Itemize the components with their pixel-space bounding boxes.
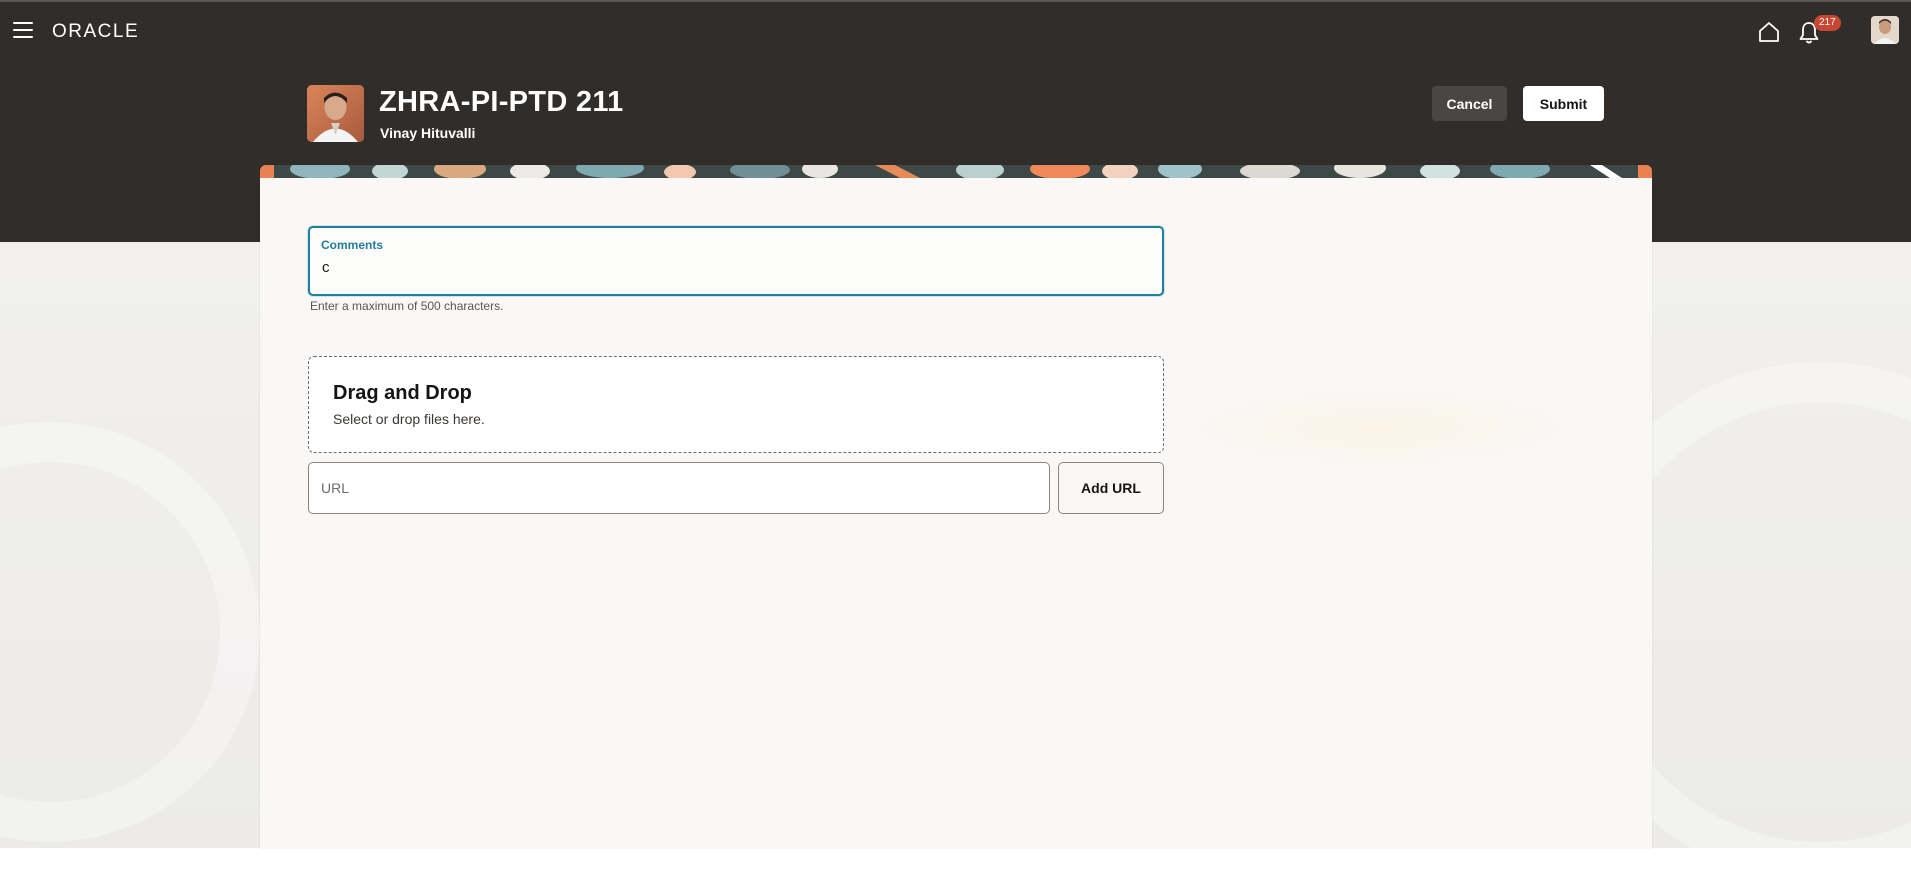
page-title: ZHRA-PI-PTD 211 (379, 86, 624, 118)
bottom-strip (0, 848, 1911, 874)
hamburger-menu-icon[interactable] (13, 22, 35, 40)
decorative-banner (260, 165, 1652, 178)
comments-field[interactable]: Comments (308, 226, 1164, 296)
cancel-button[interactable]: Cancel (1432, 86, 1507, 121)
notifications-button[interactable]: 217 (1797, 15, 1841, 46)
home-icon[interactable] (1757, 20, 1781, 44)
page: ORACLE 217 ZHRA-PI-PTD 211 Vinay Hituval… (0, 0, 1911, 874)
dropzone-subtitle: Select or drop files here. (333, 411, 485, 427)
user-avatar[interactable] (1871, 16, 1899, 44)
url-input[interactable] (308, 462, 1050, 514)
comments-input[interactable] (320, 256, 1150, 278)
main-panel: Comments Enter a maximum of 500 characte… (260, 165, 1652, 848)
file-dropzone[interactable]: Drag and Drop Select or drop files here. (308, 356, 1164, 453)
oracle-logo[interactable]: ORACLE (52, 21, 139, 43)
page-subtitle: Vinay Hituvalli (380, 125, 476, 141)
person-avatar (307, 85, 364, 142)
comments-label: Comments (321, 238, 384, 252)
submit-button[interactable]: Submit (1523, 86, 1604, 121)
comments-help-text: Enter a maximum of 500 characters. (310, 299, 504, 313)
dropzone-title: Drag and Drop (333, 382, 472, 404)
background-glow (1165, 385, 1595, 470)
notification-badge: 217 (1814, 15, 1841, 31)
add-url-button[interactable]: Add URL (1058, 462, 1164, 514)
